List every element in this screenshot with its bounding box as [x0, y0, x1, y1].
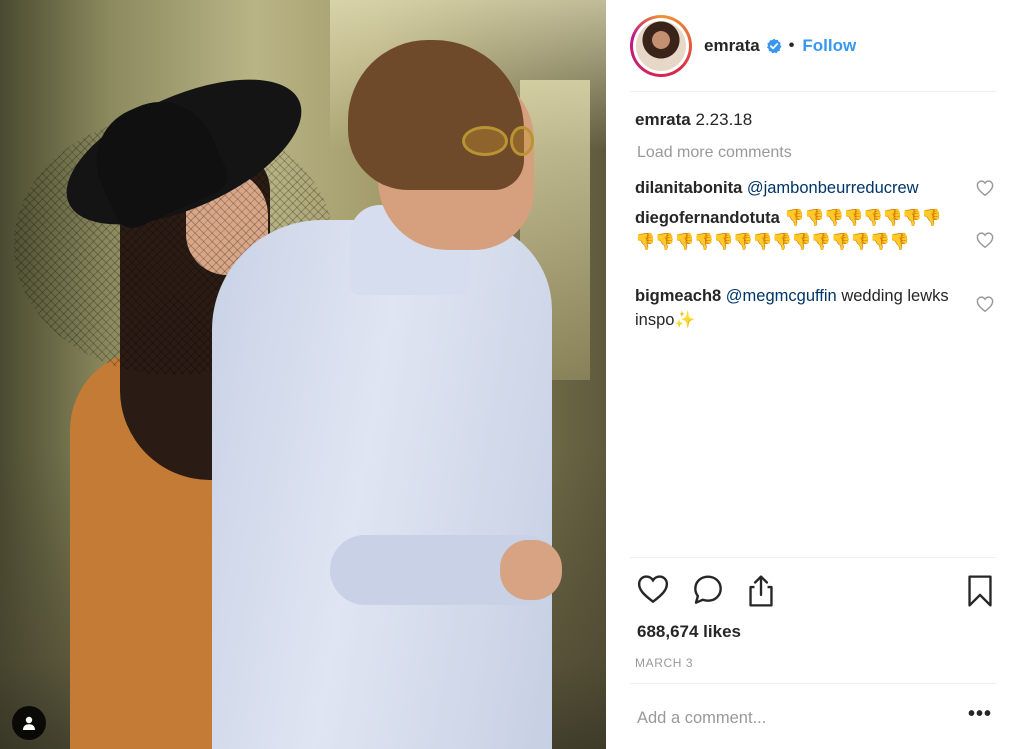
comment-mention[interactable]: @megmcguffin — [726, 287, 837, 305]
avatar — [636, 21, 686, 71]
likes-count[interactable]: 688,674 likes — [637, 622, 741, 642]
photo-man-jacket — [212, 220, 552, 749]
comment-username[interactable]: diegofernandotuta — [635, 209, 780, 227]
comment-item: dilanitabonita @jambonbeurreducrew — [635, 176, 953, 200]
comment-item: diegofernandotuta 👎👎👎👎👎👎👎👎👎👎👎👎👎👎👎👎👎👎👎👎👎👎 — [635, 206, 953, 254]
more-options-button[interactable]: ••• — [968, 704, 992, 724]
comment-like-heart-icon[interactable] — [976, 296, 994, 312]
caption-username[interactable]: emrata — [635, 110, 691, 129]
photo-glasses-left — [462, 126, 508, 156]
actions-divider — [630, 557, 996, 558]
comment-username[interactable]: bigmeach8 — [635, 287, 721, 305]
add-comment-divider — [630, 683, 996, 684]
post-date: March 3 — [635, 656, 694, 670]
photo-glasses-right — [510, 126, 534, 156]
post-side-panel: emrata • Follow emrata 2.23.18 Load more… — [606, 0, 1024, 749]
caption-text: 2.23.18 — [695, 110, 753, 129]
verified-badge-icon — [766, 38, 782, 54]
header-username[interactable]: emrata — [704, 36, 760, 56]
avatar-story-ring[interactable] — [630, 15, 692, 77]
comment-item: bigmeach8 @megmcguffin wedding lewks ins… — [635, 284, 953, 332]
heart-icon[interactable] — [637, 574, 669, 604]
comment-like-heart-icon[interactable] — [976, 180, 994, 196]
load-more-comments-button[interactable]: Load more comments — [637, 144, 792, 162]
header-separator: • — [788, 37, 795, 54]
post-photo[interactable] — [0, 0, 606, 749]
comment-mention[interactable]: @jambonbeurreducrew — [747, 179, 919, 197]
add-comment-input[interactable] — [637, 706, 937, 730]
person-tag-icon[interactable] — [12, 706, 46, 740]
post-header: emrata • Follow — [606, 0, 1024, 92]
comment-username[interactable]: dilanitabonita — [635, 179, 742, 197]
post-caption: emrata 2.23.18 — [635, 110, 752, 130]
sparkles-emoji: ✨ — [674, 311, 695, 329]
avatar-inner — [633, 18, 689, 74]
share-icon[interactable] — [746, 574, 776, 608]
bookmark-icon[interactable] — [966, 574, 994, 608]
comment-like-heart-icon[interactable] — [976, 232, 994, 248]
follow-button[interactable]: Follow — [802, 36, 856, 56]
photo-hand — [500, 540, 562, 600]
comment-bubble-icon[interactable] — [692, 574, 724, 606]
